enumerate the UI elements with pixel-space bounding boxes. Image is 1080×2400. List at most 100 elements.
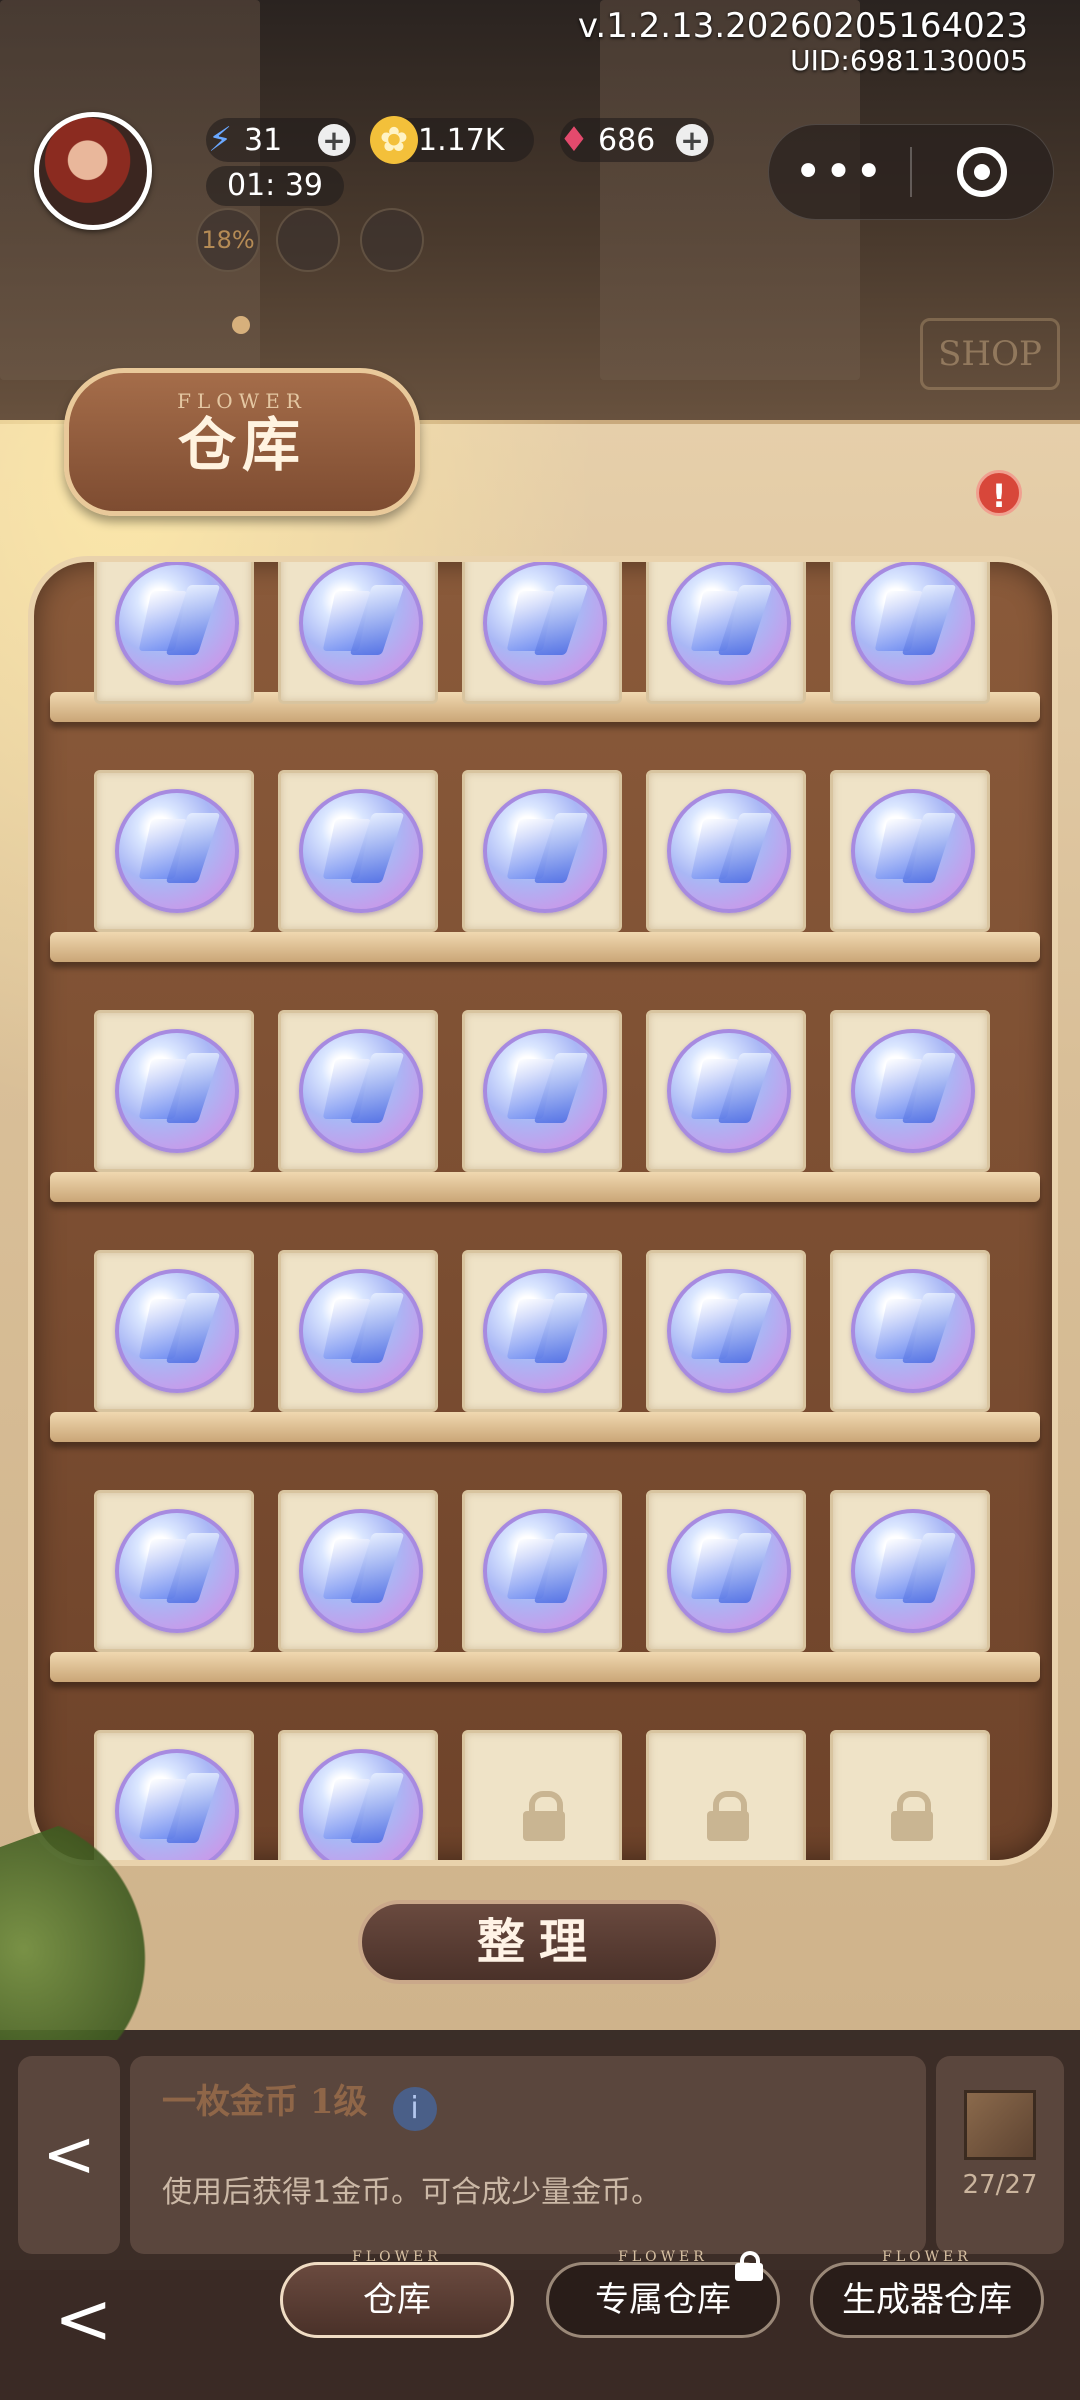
event-badge[interactable] [360,208,424,272]
close-miniprogram-button[interactable] [912,147,1053,197]
add-gems-button[interactable]: + [676,124,708,157]
item-slot[interactable] [830,770,990,932]
item-slot[interactable] [646,562,806,704]
item-slot[interactable] [646,1250,806,1412]
energy-crystal-icon [115,1509,239,1633]
ruby-gem-icon: ♦ [558,120,590,160]
energy-crystal-icon [115,1029,239,1153]
item-slot[interactable] [646,770,806,932]
info-back-button[interactable]: < [18,2056,120,2254]
storage-box-button[interactable]: 27/27 [936,2056,1064,2254]
coin-value: 1.17K [418,122,505,158]
gem-value: 686 [598,122,656,158]
lock-icon [705,1791,751,1841]
event-badge[interactable] [276,208,340,272]
lightning-icon: ⚡ [208,120,232,160]
tab-label: 生成器仓库 [842,2280,1012,2320]
locked-slot[interactable] [646,1730,806,1860]
item-description: 使用后获得1金币。可合成少量金币。 [162,2174,662,2210]
item-slot[interactable] [462,770,622,932]
miniprogram-capsule: ••• [768,124,1054,220]
sign-subtitle: FLOWER [177,389,307,413]
energy-crystal-icon [667,1029,791,1153]
locked-slot[interactable] [462,1730,622,1860]
item-description-card: 一枚金币 1级 i 使用后获得1金币。可合成少量金币。 [130,2056,926,2254]
energy-crystal-icon [483,1509,607,1633]
item-slot[interactable] [830,1010,990,1172]
gem-counter[interactable]: ♦ 686 + [559,118,714,162]
energy-crystal-icon [851,562,975,685]
shelf-plank [50,1172,1040,1202]
box-icon [964,2090,1036,2160]
energy-crystal-icon [299,1749,423,1860]
storage-count: 27/27 [962,2170,1038,2200]
alert-icon[interactable]: ! [976,470,1022,516]
sort-button[interactable]: 整理 [358,1900,720,1984]
item-slot[interactable] [830,562,990,704]
item-slot[interactable] [278,1730,438,1860]
energy-counter[interactable]: ⚡ 31 + [206,118,356,162]
event-progress-badge[interactable]: 18% [196,208,260,272]
item-slot[interactable] [94,1010,254,1172]
item-slot[interactable] [462,1010,622,1172]
energy-crystal-icon [299,1269,423,1393]
player-avatar[interactable] [34,112,152,230]
energy-crystal-icon [483,789,607,913]
version-info: v.1.2.13.20260205164023 UID:6981130005 [578,6,1028,76]
energy-crystal-icon [299,1509,423,1633]
item-slot[interactable] [278,1250,438,1412]
item-slot[interactable] [94,562,254,704]
energy-crystal-icon [483,1269,607,1393]
item-slot[interactable] [278,1490,438,1652]
energy-crystal-icon [483,562,607,685]
lock-icon [521,1791,567,1841]
item-slot[interactable] [94,1250,254,1412]
item-slot[interactable] [94,1490,254,1652]
energy-crystal-icon [667,562,791,685]
tab-warehouse[interactable]: FLOWER 仓库 [280,2249,514,2338]
back-arrow-icon[interactable]: < [54,2278,113,2360]
item-slot[interactable] [830,1250,990,1412]
item-shelf-grid[interactable] [28,556,1058,1866]
info-icon[interactable]: i [392,2086,437,2131]
item-slot[interactable] [462,1250,622,1412]
item-slot[interactable] [830,1490,990,1652]
item-slot[interactable] [462,562,622,704]
tab-exclusive-warehouse[interactable]: FLOWER 专属仓库 [546,2249,780,2338]
energy-crystal-icon [299,562,423,685]
item-slot[interactable] [646,1490,806,1652]
energy-crystal-icon [667,1509,791,1633]
shelf-plank [50,1652,1040,1682]
energy-crystal-icon [667,789,791,913]
item-slot[interactable] [278,770,438,932]
energy-crystal-icon [299,1029,423,1153]
shelf-plank [50,932,1040,962]
lock-icon [735,2251,763,2281]
tab-label: 专属仓库 [595,2280,731,2320]
item-slot[interactable] [278,562,438,704]
warehouse-signboard: FLOWER 仓库 [64,368,420,516]
energy-crystal-icon [667,1269,791,1393]
gold-coin-icon: ✿ [370,116,418,164]
shelf-plank [50,1412,1040,1442]
more-options-button[interactable]: ••• [769,148,910,196]
item-name: 一枚金币 1级 [162,2082,368,2122]
energy-crystal-icon [851,1269,975,1393]
sign-title: 仓库 [177,411,306,479]
energy-timer: 01: 39 [206,166,344,206]
item-slot[interactable] [278,1010,438,1172]
locked-slot[interactable] [830,1730,990,1860]
coin-counter[interactable]: ✿ 1.17K [370,116,534,164]
energy-crystal-icon [115,789,239,913]
version-text: v.1.2.13.20260205164023 [577,6,1028,46]
energy-crystal-icon [483,1029,607,1153]
item-slot[interactable] [462,1490,622,1652]
item-slot[interactable] [646,1010,806,1172]
add-energy-button[interactable]: + [318,124,350,157]
tab-generator-warehouse[interactable]: FLOWER 生成器仓库 [810,2249,1044,2338]
energy-crystal-icon [299,789,423,913]
shop-sign[interactable]: SHOP [920,318,1060,390]
energy-value: 31 [244,122,283,158]
item-slot[interactable] [94,770,254,932]
tab-label: 仓库 [363,2280,431,2320]
